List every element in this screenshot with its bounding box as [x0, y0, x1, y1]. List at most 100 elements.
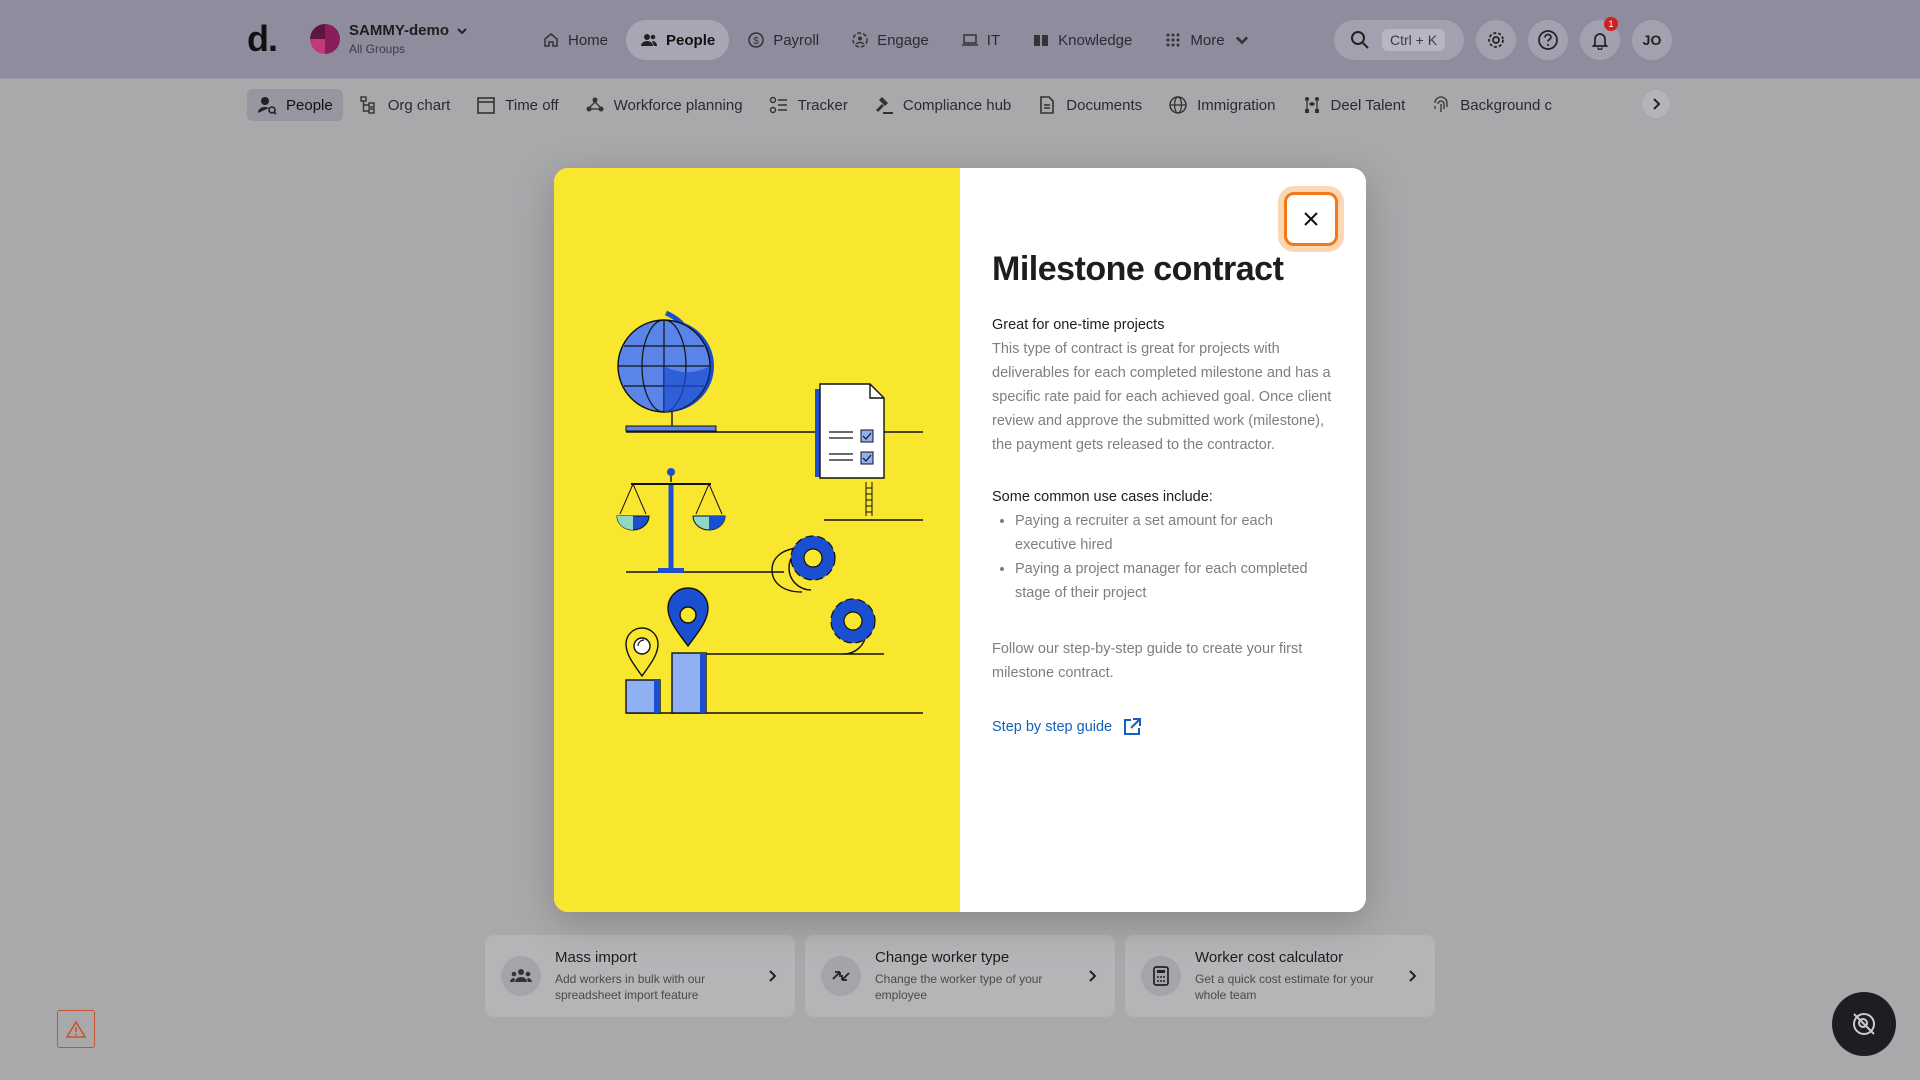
list-item: Paying a recruiter a set amount for each… [1015, 509, 1334, 557]
chevron-down-icon [1235, 36, 1248, 45]
gear-icon [1488, 32, 1504, 48]
user-avatar-button[interactable]: JO [1632, 20, 1672, 60]
location-pin-icon [667, 587, 709, 648]
nav-label: More [1190, 31, 1225, 49]
grid-icon [1166, 33, 1180, 47]
step-by-step-guide-link[interactable]: Step by step guide [992, 717, 1334, 737]
subnav-people[interactable]: People [247, 89, 343, 121]
subnav-label: Background c [1460, 96, 1553, 114]
gear-icon [790, 535, 836, 581]
checklist-document-icon [815, 383, 885, 516]
assistant-fab-button[interactable] [1832, 992, 1896, 1056]
card-description: Add workers in bulk with our spreadsheet… [555, 972, 706, 1002]
subnav-time-off[interactable]: Time off [466, 89, 568, 121]
subnav-label: Immigration [1197, 96, 1276, 114]
nav-more[interactable]: More [1150, 20, 1264, 60]
gear-icon [830, 598, 876, 644]
location-pin-icon [625, 627, 659, 678]
org-subtitle: All Groups [349, 42, 406, 56]
gavel-icon [875, 97, 893, 114]
chevron-right-icon [1089, 970, 1097, 982]
warning-button[interactable] [57, 1010, 95, 1048]
subnav-next-button[interactable] [1642, 90, 1670, 118]
card-description: Change the worker type of your employee [875, 972, 1043, 1002]
link-label: Step by step guide [992, 719, 1113, 735]
notifications-button[interactable]: 1 [1580, 17, 1620, 60]
nav-label: Engage [877, 31, 929, 49]
notification-badge: 1 [1604, 17, 1618, 31]
main-nav: Home People $ Payroll Engage IT Knowledg… [528, 20, 1265, 60]
nav-label: Home [568, 31, 609, 49]
card-title: Mass import [555, 949, 637, 966]
subnav-label: Tracker [797, 96, 848, 114]
use-cases-heading: Some common use cases include: [992, 489, 1213, 505]
subnav-documents[interactable]: Documents [1027, 89, 1152, 121]
search-icon [1351, 31, 1369, 49]
engage-icon [852, 32, 868, 48]
globe-icon [617, 310, 717, 432]
nav-label: Payroll [773, 31, 820, 49]
card-description: Get a quick cost estimate for your whole… [1195, 972, 1374, 1002]
swap-arrows-icon [832, 971, 850, 981]
org-switcher[interactable]: SAMMY-demo All Groups [310, 22, 469, 56]
subnav-tracker[interactable]: Tracker [759, 89, 858, 121]
chevron-down-icon [457, 27, 467, 34]
help-button[interactable] [1528, 20, 1568, 60]
nav-engage[interactable]: Engage [837, 20, 943, 60]
card-title: Worker cost calculator [1195, 949, 1344, 966]
change-worker-type-card[interactable]: Change worker type Change the worker typ… [805, 935, 1115, 1017]
modal-subtitle: Great for one-time projects [992, 317, 1165, 333]
milestone-contract-modal: Milestone contract Great for one-time pr… [554, 168, 1366, 912]
tracker-icon [769, 96, 787, 114]
bell-icon [1591, 33, 1609, 50]
modal-illustration-panel [554, 168, 960, 912]
subnav-org-chart[interactable]: Org chart [349, 89, 461, 121]
subnav-label: Org chart [387, 96, 451, 114]
modal-content: Milestone contract Great for one-time pr… [960, 168, 1366, 912]
chevron-right-icon [769, 970, 777, 982]
help-icon [1538, 30, 1558, 50]
deel-logo[interactable]: d. [247, 18, 278, 60]
home-icon [544, 33, 558, 47]
org-avatar [310, 24, 340, 54]
search-button[interactable]: Ctrl + K [1334, 20, 1464, 60]
subnav-label: People [286, 96, 333, 114]
person-search-icon [258, 97, 277, 115]
nav-label: People [666, 31, 716, 49]
org-chart-icon [360, 96, 375, 114]
worker-cost-calculator-card[interactable]: Worker cost calculator Get a quick cost … [1125, 935, 1435, 1017]
subnav-background-checks[interactable]: Background c [1421, 89, 1562, 121]
nav-label: IT [986, 31, 1001, 49]
subnav-label: Deel Talent [1330, 96, 1406, 114]
subnav-label: Workforce planning [613, 96, 743, 114]
list-item: Paying a project manager for each comple… [1015, 557, 1334, 605]
nav-home[interactable]: Home [528, 20, 622, 60]
use-cases-list: Paying a recruiter a set amount for each… [992, 509, 1334, 605]
mass-import-card[interactable]: Mass import Add workers in bulk with our… [485, 935, 795, 1017]
globe-icon [1169, 96, 1187, 114]
card-title: Change worker type [875, 949, 1010, 966]
chevron-right-icon [1653, 98, 1661, 110]
subnav-deel-talent[interactable]: Deel Talent [1292, 89, 1416, 121]
settings-button[interactable] [1476, 20, 1516, 60]
modal-title: Milestone contract [992, 250, 1284, 288]
warning-icon [66, 1020, 86, 1038]
org-name: SAMMY-demo [349, 22, 450, 39]
nav-payroll[interactable]: $ Payroll [733, 20, 833, 60]
nav-people[interactable]: People [626, 20, 730, 60]
group-icon [510, 969, 532, 982]
follow-guide-text: Follow our step-by-step guide to create … [992, 641, 1303, 681]
nav-it[interactable]: IT [947, 20, 1014, 60]
subnav-workforce-planning[interactable]: Workforce planning [575, 89, 753, 121]
document-icon [1040, 96, 1055, 114]
subnav-label: Compliance hub [902, 96, 1012, 114]
sub-nav: People Org chart Time off Workforce plan… [0, 78, 1920, 132]
svg-text:$: $ [753, 36, 759, 47]
close-button[interactable] [1284, 192, 1338, 246]
subnav-compliance-hub[interactable]: Compliance hub [864, 89, 1021, 121]
chevron-right-icon [1409, 970, 1417, 982]
dollar-icon: $ [748, 32, 764, 48]
nav-knowledge[interactable]: Knowledge [1018, 20, 1146, 60]
search-off-icon [1853, 1013, 1875, 1035]
subnav-immigration[interactable]: Immigration [1158, 89, 1285, 121]
